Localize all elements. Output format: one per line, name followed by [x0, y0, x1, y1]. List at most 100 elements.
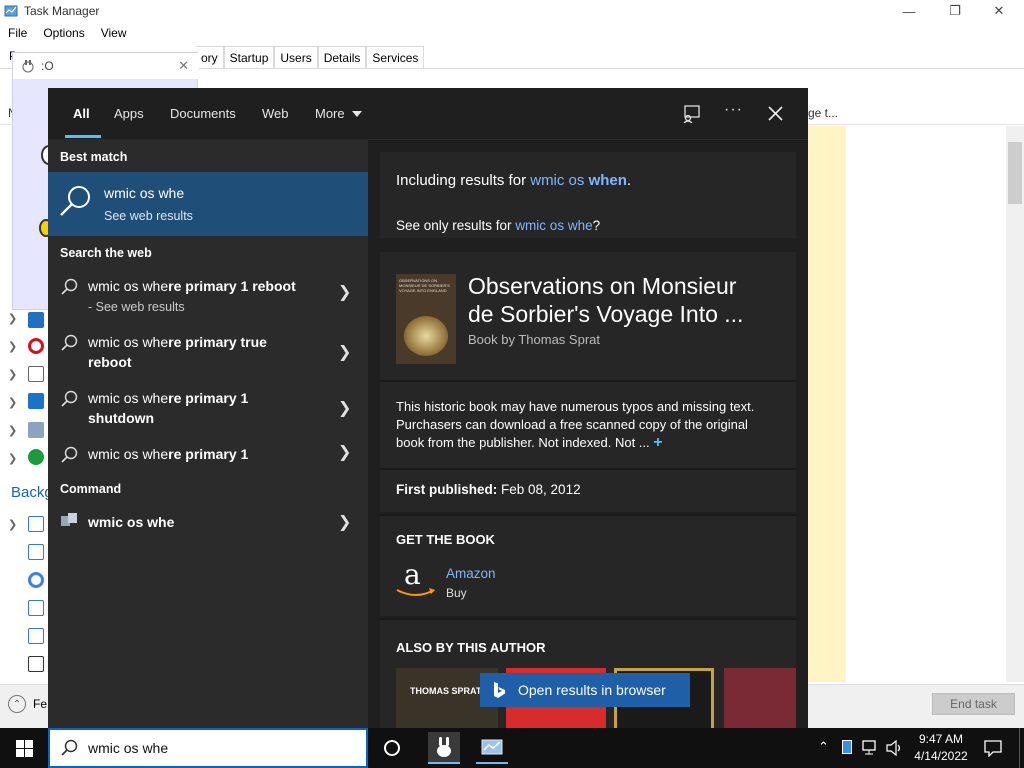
- end-task-button[interactable]: End task: [932, 693, 1015, 715]
- including-bold[interactable]: when: [589, 172, 627, 189]
- notepad-icon: [28, 656, 44, 672]
- search-icon: [61, 278, 78, 295]
- book-title-line1: Observations on Monsieur: [468, 273, 737, 299]
- notifications-icon[interactable]: [984, 739, 1002, 757]
- menu-bar: File Options View: [0, 24, 135, 42]
- taskbar-app-rabbit[interactable]: [428, 732, 460, 764]
- amazon-link[interactable]: Amazon: [446, 566, 496, 581]
- chevron-right-icon[interactable]: ❯: [338, 442, 351, 462]
- command-heading: Command: [60, 482, 122, 496]
- chevron-right-icon[interactable]: ❯: [8, 424, 17, 437]
- app-icon: [28, 312, 44, 328]
- web-result-item[interactable]: wmic os where primary true reboot ❯: [48, 324, 368, 380]
- menu-view[interactable]: View: [93, 24, 135, 42]
- tab-all[interactable]: All: [73, 106, 90, 121]
- including-link[interactable]: wmic os: [530, 172, 588, 189]
- clock-time[interactable]: 9:47 AM: [916, 732, 966, 746]
- task-manager-icon: [481, 739, 503, 755]
- command-item[interactable]: wmic os whe ❯: [48, 502, 368, 542]
- taskbar-app-task-manager[interactable]: [476, 732, 508, 764]
- small-window-title-bar: :O ✕: [13, 53, 199, 79]
- task-view-icon[interactable]: [384, 740, 400, 756]
- chevron-right-icon[interactable]: ❯: [8, 452, 17, 465]
- menu-file[interactable]: File: [0, 24, 35, 42]
- only-end: ?: [592, 218, 601, 233]
- maximize-button[interactable]: ❐: [932, 0, 978, 22]
- book-cover-text: OBSERVATIONS ON MONSIEUR DE SORBIER'S VO…: [399, 278, 450, 293]
- more-options-icon[interactable]: ···: [724, 101, 743, 119]
- settings-icon: [28, 393, 44, 409]
- tab-users[interactable]: Users: [274, 46, 318, 68]
- related-book-thumbnail[interactable]: [724, 668, 796, 728]
- tab-documents[interactable]: Documents: [170, 106, 236, 121]
- clock-date[interactable]: 4/14/2022: [912, 749, 970, 763]
- close-icon[interactable]: ✕: [178, 58, 189, 74]
- chevron-right-icon[interactable]: ❯: [8, 312, 17, 325]
- close-button[interactable]: ✕: [976, 0, 1022, 22]
- volume-icon[interactable]: [886, 740, 904, 756]
- minimize-button[interactable]: —: [886, 0, 932, 22]
- result-completion-line2: shutdown: [88, 410, 155, 426]
- chevron-right-icon[interactable]: ❯: [338, 398, 351, 418]
- chevron-right-icon[interactable]: ❯: [338, 342, 351, 362]
- close-icon[interactable]: [768, 106, 783, 121]
- fewer-details-link[interactable]: Fe: [33, 697, 47, 711]
- chevron-right-icon[interactable]: ❯: [8, 396, 17, 409]
- small-window-title: :O: [41, 59, 54, 73]
- expand-icon[interactable]: +: [653, 434, 662, 451]
- tab-services[interactable]: Services: [366, 46, 425, 68]
- taskbar-search-box[interactable]: wmic os whe: [48, 728, 368, 768]
- tab-apps[interactable]: Apps: [114, 106, 144, 121]
- open-results-in-browser-button[interactable]: Open results in browser: [480, 673, 690, 707]
- also-by-heading: ALSO BY THIS AUTHOR: [396, 640, 546, 655]
- book-cover-image[interactable]: OBSERVATIONS ON MONSIEUR DE SORBIER'S VO…: [396, 274, 456, 364]
- chevron-right-icon[interactable]: ❯: [8, 340, 17, 353]
- including-end: .: [626, 172, 632, 189]
- preview-pane: Including results for wmic os when. See …: [368, 140, 808, 728]
- network-icon[interactable]: [862, 740, 880, 756]
- background-processes-heading: Backg: [11, 484, 53, 501]
- web-result-item[interactable]: wmic os where primary 1 reboot - See web…: [48, 268, 368, 324]
- title-bar: Task Manager — ❐ ✕: [0, 0, 1024, 22]
- feedback-icon[interactable]: [682, 105, 700, 123]
- search-icon: [61, 739, 78, 756]
- chevron-right-icon[interactable]: ❯: [8, 518, 17, 531]
- search-icon: [60, 186, 90, 216]
- best-match-item[interactable]: wmic os whe See web results: [48, 172, 368, 236]
- menu-options[interactable]: Options: [35, 24, 92, 42]
- chevron-right-icon[interactable]: ❯: [8, 368, 17, 381]
- chevron-down-icon[interactable]: [352, 111, 362, 117]
- show-desktop-button[interactable]: [1019, 728, 1020, 768]
- book-title[interactable]: Observations on Monsieur de Sorbier's Voy…: [468, 272, 743, 328]
- column-header-fragment-right[interactable]: ge t...: [808, 106, 838, 120]
- tray-app-icon[interactable]: [842, 740, 852, 754]
- scrollbar[interactable]: [1006, 126, 1024, 682]
- amazon-logo-icon[interactable]: a: [394, 558, 438, 602]
- desc-line3: book from the publisher. Not indexed. No…: [396, 435, 650, 450]
- tab-web[interactable]: Web: [262, 106, 289, 121]
- command-title: wmic os whe: [88, 514, 175, 530]
- task-manager-app-icon: [28, 422, 44, 438]
- bing-icon: [494, 682, 505, 698]
- rabbit-icon: [22, 60, 34, 73]
- web-result-item[interactable]: wmic os where primary 1 ❯: [48, 436, 368, 472]
- search-query-input[interactable]: wmic os whe: [88, 740, 168, 756]
- only-link[interactable]: wmic os whe: [515, 218, 592, 233]
- best-match-title: wmic os whe: [104, 185, 185, 201]
- scrollbar-thumb[interactable]: [1008, 142, 1022, 204]
- tab-startup[interactable]: Startup: [223, 46, 275, 68]
- show-hidden-icons-icon[interactable]: ⌃: [818, 739, 829, 755]
- web-result-item[interactable]: wmic os where primary 1 shutdown ❯: [48, 380, 368, 436]
- windows-start-icon[interactable]: [16, 740, 33, 757]
- book-author: Book by Thomas Sprat: [468, 332, 600, 347]
- tab-app-history[interactable]: ory: [196, 46, 224, 68]
- fewer-details-icon[interactable]: ⌃: [8, 695, 26, 713]
- tab-details[interactable]: Details: [317, 46, 367, 68]
- chevron-right-icon[interactable]: ❯: [338, 282, 351, 302]
- tab-more[interactable]: More: [315, 106, 345, 121]
- amazon-a-glyph: a: [404, 558, 421, 591]
- search-the-web-heading: Search the web: [60, 246, 152, 260]
- process-icon: [28, 516, 44, 532]
- result-text: wmic os whe: [88, 278, 169, 294]
- chevron-right-icon[interactable]: ❯: [338, 512, 351, 532]
